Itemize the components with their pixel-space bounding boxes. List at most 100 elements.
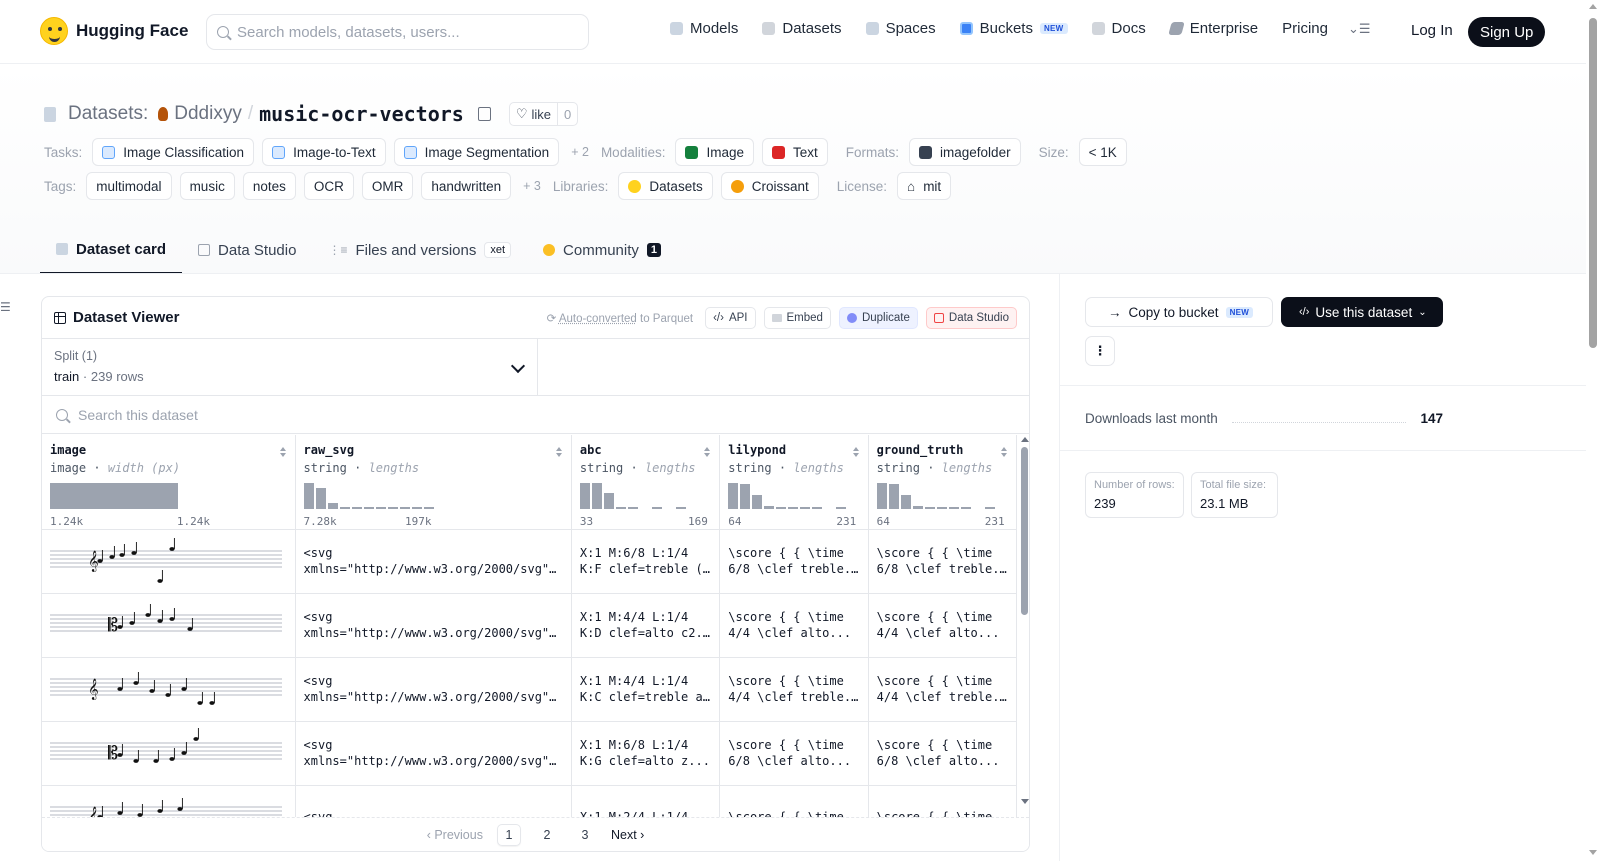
global-search[interactable] xyxy=(206,14,589,50)
histogram-bar[interactable] xyxy=(651,507,662,509)
tag-size[interactable]: < 1K xyxy=(1078,138,1127,166)
histogram-bar[interactable] xyxy=(764,506,775,509)
histogram-bar[interactable] xyxy=(615,507,626,509)
tab-dataset-card[interactable]: Dataset card xyxy=(40,226,183,274)
cell-raw-svg[interactable]: <svg xmlns="http://www.w3.org/2000/svg"..… xyxy=(295,721,572,786)
cell-ground-truth[interactable]: \score { { \time 4/4 \clef alto... xyxy=(868,593,1018,658)
histogram-bar[interactable] xyxy=(788,507,799,509)
histogram-bar[interactable] xyxy=(876,483,887,509)
signup-button[interactable]: Sign Up xyxy=(1468,17,1546,47)
repo-kind[interactable]: Datasets: xyxy=(68,103,148,125)
sidebar-toggle-icon[interactable]: ☰ xyxy=(0,300,11,314)
nav-docs[interactable]: Docs xyxy=(1091,20,1146,37)
cell-abc[interactable]: X:1 M:6/8 L:1/4 K:F clef=treble (... xyxy=(571,529,721,594)
tag-keyword[interactable]: OCR xyxy=(303,172,354,200)
column-header-abc[interactable]: abc string · lengths 33 169 xyxy=(571,435,721,530)
histogram-bar[interactable] xyxy=(399,507,410,509)
login-link[interactable]: Log In xyxy=(1411,22,1453,39)
table-row[interactable]: 𝄞 <svg xmlns="http://www.w3.org/2000/svg".… xyxy=(42,529,1018,594)
previous-page[interactable]: ‹ Previous xyxy=(427,828,483,842)
histogram-bar[interactable] xyxy=(924,507,935,509)
histogram-bar[interactable] xyxy=(728,483,739,509)
tab-data-studio[interactable]: Data Studio xyxy=(182,226,312,274)
dataset-search[interactable] xyxy=(42,396,1029,434)
histogram-bar[interactable] xyxy=(327,502,338,509)
column-header-ground-truth[interactable]: ground_truth string · lengths 64 231 xyxy=(868,435,1018,530)
api-button[interactable]: ‹/› API xyxy=(705,306,756,329)
histogram-bar[interactable] xyxy=(984,507,995,509)
histogram-bar[interactable] xyxy=(579,483,590,509)
tab-community[interactable]: Community 1 xyxy=(527,226,677,274)
cell-raw-svg[interactable]: <svg xmlns="http://www.w3.org/2000/svg"..… xyxy=(295,657,572,722)
histogram-bar[interactable] xyxy=(603,493,614,509)
tag-modality[interactable]: Image xyxy=(675,138,754,166)
histogram-bar[interactable] xyxy=(627,507,638,509)
split-selector[interactable]: Split (1) train · 239 rows xyxy=(42,339,538,395)
column-header-raw-svg[interactable]: raw_svg string · lengths 7.28k 197k xyxy=(295,435,572,530)
histogram-bar[interactable] xyxy=(591,483,602,509)
sort-icon[interactable] xyxy=(852,447,860,457)
page-2[interactable]: 2 xyxy=(535,824,559,846)
tasks-more[interactable]: + 2 xyxy=(571,145,589,159)
copy-to-bucket-button[interactable]: → Copy to bucket NEW xyxy=(1085,297,1273,327)
scroll-down-icon[interactable] xyxy=(1021,799,1029,804)
tab-files[interactable]: ⋮≡ Files and versions xet xyxy=(312,226,527,274)
sort-icon[interactable] xyxy=(279,447,287,457)
more-menu-icon[interactable]: ⌄☰ xyxy=(1348,21,1371,37)
histogram-bar[interactable] xyxy=(50,483,178,509)
histogram-bar[interactable] xyxy=(752,494,763,509)
cell-ground-truth[interactable]: \score { { \time 6/8 \clef alto... xyxy=(868,721,1018,786)
cell-lilypond[interactable]: \score { { \time 6/8 \clef alto... xyxy=(719,721,869,786)
nav-models[interactable]: Models xyxy=(670,20,738,37)
cell-abc[interactable]: X:1 M:6/8 L:1/4 K:G clef=alto z... xyxy=(571,721,721,786)
copy-icon[interactable] xyxy=(477,107,491,121)
histogram-bar[interactable] xyxy=(675,507,686,509)
tag-library[interactable]: Datasets xyxy=(618,172,713,200)
global-search-input[interactable] xyxy=(237,23,557,41)
table-row[interactable]: 𝄞 <svg xmlns="http://www.w3.org/2000/svg".… xyxy=(42,657,1018,722)
more-options-button[interactable]: ⋮ xyxy=(1085,336,1115,366)
sort-icon[interactable] xyxy=(555,447,563,457)
histogram-bar[interactable] xyxy=(339,507,350,509)
page-1[interactable]: 1 xyxy=(496,823,521,846)
nav-datasets[interactable]: Datasets xyxy=(762,20,842,37)
tag-keyword[interactable]: notes xyxy=(242,172,296,200)
histogram-bar[interactable] xyxy=(888,484,899,509)
tag-keyword[interactable]: OMR xyxy=(361,172,414,200)
tag-library[interactable]: Croissant xyxy=(720,172,819,200)
cell-abc[interactable]: X:1 M:4/4 L:1/4 K:D clef=alto c2... xyxy=(571,593,721,658)
histogram-bar[interactable] xyxy=(363,507,374,509)
data-studio-button[interactable]: Data Studio xyxy=(925,306,1017,329)
tag-license[interactable]: ⌂ mit xyxy=(897,172,952,200)
cell-raw-svg[interactable]: <svg xmlns="http://www.w3.org/2000/svg"..… xyxy=(295,529,572,594)
histogram-bar[interactable] xyxy=(936,507,947,509)
tag-keyword[interactable]: multimodal xyxy=(86,172,172,200)
image-cell[interactable]: 𝄞 xyxy=(42,657,296,722)
brand-logo[interactable]: Hugging Face xyxy=(40,17,188,45)
like-count[interactable]: 0 xyxy=(558,107,577,122)
next-page[interactable]: Next › xyxy=(611,828,644,842)
histogram-bar[interactable] xyxy=(812,507,823,509)
nav-spaces[interactable]: Spaces xyxy=(865,20,936,37)
cell-lilypond[interactable]: \score { { \time 4/4 \clef alto... xyxy=(719,593,869,658)
tag-task[interactable]: Image Classification xyxy=(92,138,255,166)
cell-ground-truth[interactable]: \score { { \time 6/8 \clef treble... xyxy=(868,529,1018,594)
histogram-bar[interactable] xyxy=(303,483,314,509)
cell-ground-truth[interactable]: \score { { \time 4/4 \clef treble... xyxy=(868,657,1018,722)
tag-format[interactable]: imagefolder xyxy=(909,138,1021,166)
page-3[interactable]: 3 xyxy=(573,824,597,846)
tags-more[interactable]: + 3 xyxy=(523,179,541,193)
histogram-bar[interactable] xyxy=(740,484,751,509)
scroll-thumb[interactable] xyxy=(1021,447,1028,615)
histogram-bar[interactable] xyxy=(836,507,847,509)
repo-name[interactable]: music-ocr-vectors xyxy=(259,102,464,126)
owner-avatar[interactable] xyxy=(158,107,169,121)
column-header-lilypond[interactable]: lilypond string · lengths 64 231 xyxy=(719,435,869,530)
histogram-bar[interactable] xyxy=(375,507,386,509)
scroll-down-icon[interactable] xyxy=(1589,850,1597,855)
use-this-dataset-button[interactable]: ‹/› Use this dataset ⌄ xyxy=(1281,297,1443,327)
histogram-bar[interactable] xyxy=(776,507,787,509)
nav-buckets[interactable]: Buckets NEW xyxy=(959,20,1068,37)
tag-keyword[interactable]: music xyxy=(179,172,235,200)
sort-icon[interactable] xyxy=(704,447,711,457)
